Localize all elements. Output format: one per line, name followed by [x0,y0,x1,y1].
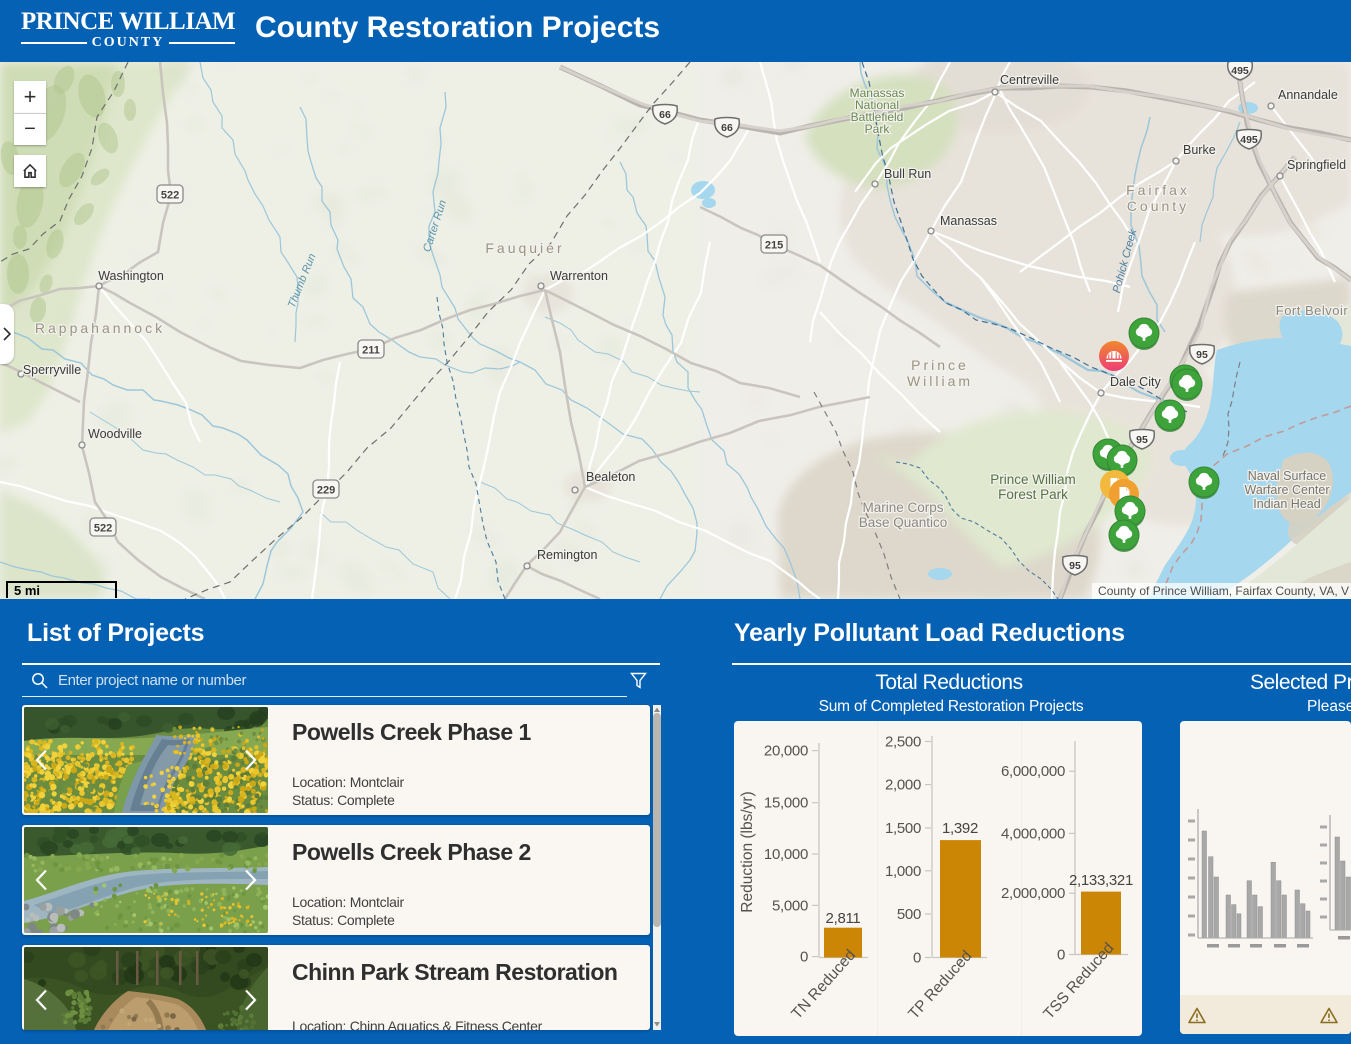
svg-text:Manassas: Manassas [940,214,997,228]
svg-text:Bealeton: Bealeton [586,470,635,484]
svg-text:95: 95 [1196,349,1208,361]
svg-text:500: 500 [897,906,921,923]
svg-text:2,000: 2,000 [885,777,921,794]
svg-text:4,000,000: 4,000,000 [1001,825,1065,842]
svg-text:1,500: 1,500 [885,820,921,837]
svg-text:211: 211 [362,345,380,357]
svg-text:95: 95 [1136,434,1148,446]
svg-text:Marine Corps: Marine Corps [862,500,943,515]
svg-text:Indian Head: Indian Head [1253,497,1320,511]
svg-text:Sperryville: Sperryville [23,363,81,377]
svg-text:William: William [907,373,973,389]
svg-text:Forest Park: Forest Park [998,487,1068,502]
svg-text:0: 0 [913,950,921,967]
svg-text:Base Quantico: Base Quantico [859,515,948,530]
svg-text:Prince William: Prince William [990,472,1076,487]
svg-text:Fauquier: Fauquier [485,240,564,256]
svg-text:Woodville: Woodville [88,427,142,441]
svg-text:2,000,000: 2,000,000 [1001,885,1065,902]
svg-text:Washington: Washington [98,269,164,283]
svg-text:95: 95 [1069,560,1081,572]
svg-text:66: 66 [659,109,671,121]
svg-text:Warfare Center: Warfare Center [1245,483,1330,497]
svg-text:2,500: 2,500 [885,734,921,751]
svg-text:Rappahannock: Rappahannock [35,320,165,336]
svg-text:0: 0 [800,949,808,966]
svg-text:495: 495 [1240,134,1258,146]
svg-text:215: 215 [765,240,783,252]
svg-text:20,000: 20,000 [764,743,808,760]
svg-text:Dale City: Dale City [1110,375,1161,389]
svg-text:522: 522 [161,190,179,202]
svg-text:Burke: Burke [1183,143,1216,157]
svg-text:2,133,321: 2,133,321 [1069,872,1133,889]
svg-text:15,000: 15,000 [764,795,808,812]
svg-text:1,392: 1,392 [942,820,978,837]
svg-text:2,811: 2,811 [826,910,861,927]
svg-text:6,000,000: 6,000,000 [1001,763,1065,780]
svg-text:Naval Surface: Naval Surface [1248,469,1327,483]
svg-text:TSS Reduced: TSS Reduced [1040,940,1117,1023]
svg-text:0: 0 [1057,947,1065,964]
svg-text:229: 229 [317,485,335,497]
svg-text:Park: Park [865,122,891,136]
svg-text:Warrenton: Warrenton [550,269,608,283]
svg-text:Bull Run: Bull Run [884,167,931,181]
svg-text:Centreville: Centreville [1000,73,1059,87]
svg-text:5,000: 5,000 [772,897,808,914]
svg-text:Prince: Prince [911,357,969,373]
svg-text:Fort Belvoir: Fort Belvoir [1276,303,1349,318]
svg-text:495: 495 [1231,65,1249,77]
svg-text:522: 522 [94,523,112,535]
svg-text:County: County [1127,198,1189,214]
svg-text:10,000: 10,000 [764,846,808,863]
svg-text:1,000: 1,000 [885,863,921,880]
svg-text:Remington: Remington [537,548,597,562]
svg-text:Springfield: Springfield [1287,158,1346,172]
svg-text:Fairfax: Fairfax [1126,182,1190,198]
svg-text:Reduction (lbs/yr): Reduction (lbs/yr) [739,791,756,912]
svg-text:66: 66 [721,122,733,134]
svg-text:Annandale: Annandale [1278,88,1338,102]
